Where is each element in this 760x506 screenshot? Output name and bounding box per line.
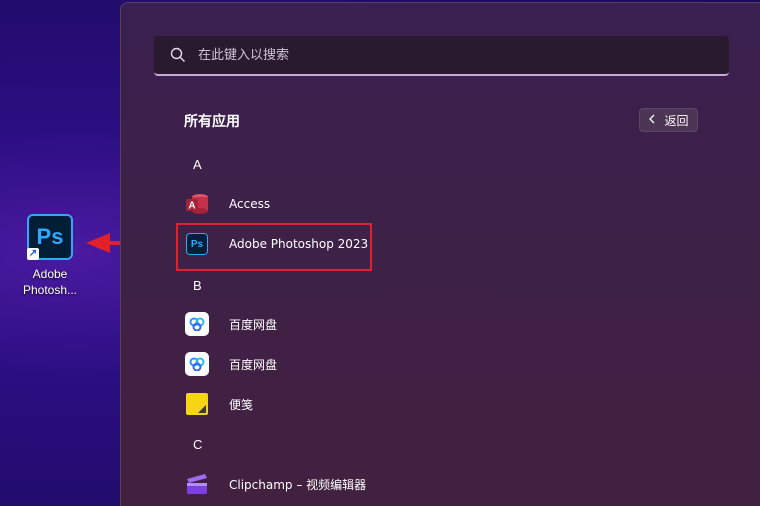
svg-text:A: A xyxy=(188,201,195,212)
app-label: 百度网盘 xyxy=(229,357,278,372)
desktop-shortcut-label-line1: Adobe xyxy=(32,267,68,281)
chevron-left-icon xyxy=(648,113,656,127)
app-label: Clipchamp – 视频编辑器 xyxy=(229,477,367,492)
desktop-shortcut-label: Adobe Photosh... xyxy=(18,266,82,298)
access-icon: A xyxy=(185,192,209,216)
shortcut-arrow-icon: ↗ xyxy=(27,248,39,260)
app-item-access[interactable]: A Access xyxy=(185,189,405,219)
baidu-netdisk-icon xyxy=(185,312,209,336)
photoshop-icon: Ps ↗ xyxy=(27,214,73,260)
search-box[interactable] xyxy=(154,36,729,76)
desktop-shortcut-photoshop[interactable]: Ps ↗ Adobe Photosh... xyxy=(18,212,82,298)
app-item-sticky-notes[interactable]: 便笺 xyxy=(185,389,405,419)
letter-header-b[interactable]: B xyxy=(193,278,202,293)
letter-header-a[interactable]: A xyxy=(193,157,202,172)
app-item-clipchamp[interactable]: Clipchamp – 视频编辑器 xyxy=(185,469,405,499)
app-item-baidu-netdisk[interactable]: 百度网盘 xyxy=(185,309,405,339)
sticky-notes-icon xyxy=(185,392,209,416)
start-menu-panel: 所有应用 返回 A A Access Ps Adobe Photoshop 20… xyxy=(120,2,760,506)
baidu-netdisk-icon xyxy=(185,352,209,376)
app-item-baidu-netdisk[interactable]: 百度网盘 xyxy=(185,349,405,379)
search-icon xyxy=(168,45,188,65)
photoshop-icon-text: Ps xyxy=(36,224,64,249)
back-button-label: 返回 xyxy=(664,113,689,128)
desktop-shortcut-label-line2: Photosh... xyxy=(22,283,78,297)
clipchamp-icon xyxy=(185,472,209,496)
app-label: 百度网盘 xyxy=(229,317,278,332)
red-highlight-box xyxy=(176,223,372,271)
letter-header-c[interactable]: C xyxy=(193,437,202,452)
all-apps-title: 所有应用 xyxy=(184,114,240,130)
back-button[interactable]: 返回 xyxy=(639,108,698,132)
app-label: Access xyxy=(229,197,271,211)
search-input[interactable] xyxy=(196,46,700,64)
app-label: 便笺 xyxy=(229,397,254,412)
arrow-head xyxy=(86,233,110,253)
